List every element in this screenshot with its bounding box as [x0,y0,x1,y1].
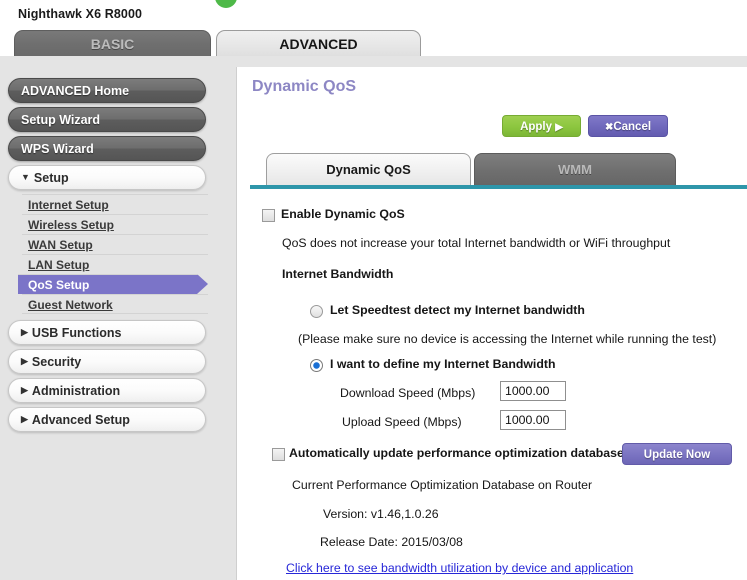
chevron-right-icon: ▶ [21,356,28,367]
database-release-date: Release Date: 2015/03/08 [320,535,463,549]
enable-dynamic-qos-checkbox[interactable] [262,209,275,222]
upload-speed-label: Upload Speed (Mbps) [342,415,462,429]
sidebar-group-usb-functions[interactable]: ▶ USB Functions [8,320,206,345]
download-speed-label: Download Speed (Mbps) [340,386,476,400]
sidebar-item-label: LAN Setup [28,258,90,272]
chevron-right-icon: ▶ [21,414,28,425]
tab-wmm[interactable]: WMM [474,153,676,185]
chevron-right-icon: ▶ [21,385,28,396]
define-bandwidth-label: I want to define my Internet Bandwidth [330,357,556,371]
current-database-heading: Current Performance Optimization Databas… [292,478,593,492]
sidebar-item-label: Setup Wizard [21,113,101,127]
cancel-button-label: Cancel [613,121,652,133]
tab-dynamic-qos[interactable]: Dynamic QoS [266,153,471,185]
download-speed-input[interactable] [500,381,566,401]
apply-button[interactable]: Apply ▶ [502,115,581,137]
sidebar-item-wan-setup[interactable]: WAN Setup [22,234,208,254]
sidebar-item-label: ADVANCED Home [21,84,130,98]
tab-bar-underlay [0,56,747,67]
internet-bandwidth-heading: Internet Bandwidth [282,267,394,281]
tab-basic[interactable]: BASIC [14,30,211,57]
sidebar-group-label: Administration [31,384,121,398]
main-content: Dynamic QoS Apply ▶ ✖Cancel Dynamic QoS … [238,67,747,580]
sidebar-group-label: Setup [33,171,69,185]
sidebar-item-label: Guest Network [28,298,113,312]
sidebar-group-security[interactable]: ▶ Security [8,349,206,374]
enable-dynamic-qos-label: Enable Dynamic QoS [281,207,405,221]
sidebar-item-label: WPS Wizard [21,142,94,156]
cancel-button[interactable]: ✖Cancel [588,115,668,137]
sidebar-item-label: Wireless Setup [28,218,114,232]
page-title: Dynamic QoS [252,78,357,95]
sidebar-group-label: Security [31,355,82,369]
sidebar-item-label: Internet Setup [28,198,109,212]
sidebar-group-advanced-setup[interactable]: ▶ Advanced Setup [8,407,206,432]
update-now-button[interactable]: Update Now [622,443,732,465]
chevron-down-icon: ▼ [21,172,30,183]
sidebar-item-advanced-home[interactable]: ADVANCED Home [8,78,206,103]
sidebar-item-guest-network[interactable]: Guest Network [22,294,208,314]
sidebar-item-internet-setup[interactable]: Internet Setup [22,194,208,214]
auto-update-database-label: Automatically update performance optimiz… [289,446,624,460]
chevron-right-icon: ▶ [21,327,28,338]
define-bandwidth-radio[interactable] [310,359,323,372]
sidebar-item-qos-setup[interactable]: QoS Setup [18,274,208,294]
bandwidth-utilization-link[interactable]: Click here to see bandwidth utilization … [286,561,633,575]
speedtest-detect-label: Let Speedtest detect my Internet bandwid… [330,303,585,317]
sidebar-nav: ADVANCED Home Setup Wizard WPS Wizard ▼ S… [0,67,237,580]
database-version: Version: v1.46,1.0.26 [323,507,439,521]
router-model-name: Nighthawk X6 R8000 [18,7,143,21]
play-arrow-icon: ▶ [555,122,563,133]
speedtest-note: (Please make sure no device is accessing… [298,332,717,346]
apply-button-label: Apply [520,121,553,133]
tab-underline-rule [250,185,747,189]
sidebar-group-label: USB Functions [31,326,122,340]
sidebar-item-wireless-setup[interactable]: Wireless Setup [22,214,208,234]
sidebar-group-administration[interactable]: ▶ Administration [8,378,206,403]
sidebar-item-label: WAN Setup [28,238,93,252]
auto-update-database-checkbox[interactable] [272,448,285,461]
speedtest-detect-radio[interactable] [310,305,323,318]
sidebar-item-lan-setup[interactable]: LAN Setup [22,254,208,274]
content-tab-bar: Dynamic QoS WMM [250,153,747,185]
top-tab-bar: BASIC ADVANCED [0,30,747,57]
sidebar-group-setup[interactable]: ▼ Setup [8,165,206,190]
sidebar-group-label: Advanced Setup [31,413,130,427]
qos-throughput-note: QoS does not increase your total Interne… [282,236,671,250]
sidebar-item-label: QoS Setup [28,278,90,292]
sidebar-item-wps-wizard[interactable]: WPS Wizard [8,136,206,161]
tab-advanced[interactable]: ADVANCED [216,30,421,57]
sidebar-item-setup-wizard[interactable]: Setup Wizard [8,107,206,132]
netgear-logo-icon [215,0,237,8]
upload-speed-input[interactable] [500,410,566,430]
